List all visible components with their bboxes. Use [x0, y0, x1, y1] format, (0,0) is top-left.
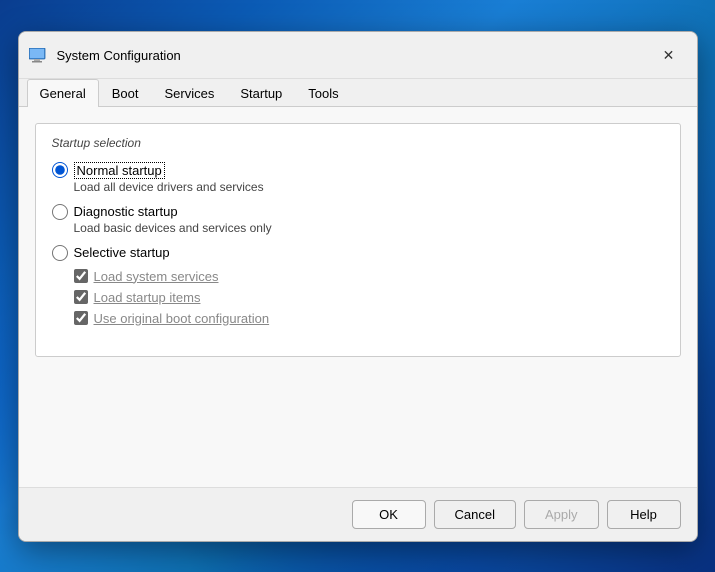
- load-startup-items-checkbox[interactable]: [74, 290, 88, 304]
- dialog-title: System Configuration: [57, 48, 655, 63]
- normal-startup-label: Normal startup: [74, 162, 165, 179]
- load-system-services-row: Load system services: [74, 269, 664, 284]
- help-button[interactable]: Help: [607, 500, 681, 529]
- system-config-dialog: System Configuration ✕ General Boot Serv…: [18, 31, 698, 542]
- selective-startup-row[interactable]: Selective startup: [52, 245, 664, 261]
- close-button[interactable]: ✕: [655, 42, 683, 70]
- dialog-icon: [29, 48, 49, 64]
- selective-startup-radio[interactable]: [52, 245, 68, 261]
- ok-button[interactable]: OK: [352, 500, 426, 529]
- tab-bar: General Boot Services Startup Tools: [19, 79, 697, 107]
- load-startup-items-row: Load startup items: [74, 290, 664, 305]
- normal-startup-desc: Load all device drivers and services: [74, 180, 664, 194]
- load-system-services-label: Load system services: [94, 269, 219, 284]
- load-startup-items-label: Load startup items: [94, 290, 201, 305]
- diagnostic-startup-option: Diagnostic startup Load basic devices an…: [52, 204, 664, 235]
- apply-button[interactable]: Apply: [524, 500, 599, 529]
- tab-tools[interactable]: Tools: [295, 79, 351, 107]
- tab-general[interactable]: General: [27, 79, 99, 107]
- selective-options-group: Load system services Load startup items …: [74, 269, 664, 326]
- selective-startup-option: Selective startup Load system services L…: [52, 245, 664, 326]
- diagnostic-startup-row[interactable]: Diagnostic startup: [52, 204, 664, 220]
- tab-startup[interactable]: Startup: [227, 79, 295, 107]
- use-original-boot-label: Use original boot configuration: [94, 311, 270, 326]
- group-label: Startup selection: [52, 136, 664, 150]
- diagnostic-startup-label: Diagnostic startup: [74, 204, 178, 219]
- cancel-button[interactable]: Cancel: [434, 500, 516, 529]
- selective-startup-label: Selective startup: [74, 245, 170, 260]
- tab-boot[interactable]: Boot: [99, 79, 152, 107]
- normal-startup-row[interactable]: Normal startup: [52, 162, 664, 179]
- diagnostic-startup-radio[interactable]: [52, 204, 68, 220]
- normal-startup-option: Normal startup Load all device drivers a…: [52, 162, 664, 194]
- diagnostic-startup-desc: Load basic devices and services only: [74, 221, 664, 235]
- footer: OK Cancel Apply Help: [19, 487, 697, 541]
- use-original-boot-row: Use original boot configuration: [74, 311, 664, 326]
- content-area: Startup selection Normal startup Load al…: [19, 107, 697, 487]
- load-system-services-checkbox[interactable]: [74, 269, 88, 283]
- normal-startup-radio[interactable]: [52, 162, 68, 178]
- titlebar: System Configuration ✕: [19, 32, 697, 79]
- startup-selection-group: Startup selection Normal startup Load al…: [35, 123, 681, 357]
- tab-services[interactable]: Services: [152, 79, 228, 107]
- use-original-boot-checkbox[interactable]: [74, 311, 88, 325]
